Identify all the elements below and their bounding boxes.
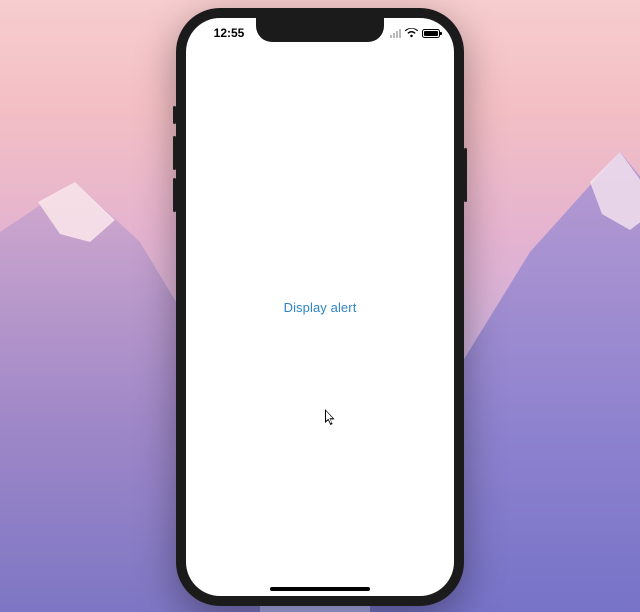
device-power-button (464, 148, 467, 202)
display-alert-button[interactable]: Display alert (284, 300, 357, 315)
device-frame: 12:55 Display alert (176, 8, 464, 606)
device-volume-down-button (173, 178, 176, 212)
app-content: Display alert (186, 18, 454, 596)
home-indicator[interactable] (270, 587, 370, 591)
device-screen: 12:55 Display alert (186, 18, 454, 596)
device-mute-switch (173, 106, 176, 124)
device-volume-up-button (173, 136, 176, 170)
